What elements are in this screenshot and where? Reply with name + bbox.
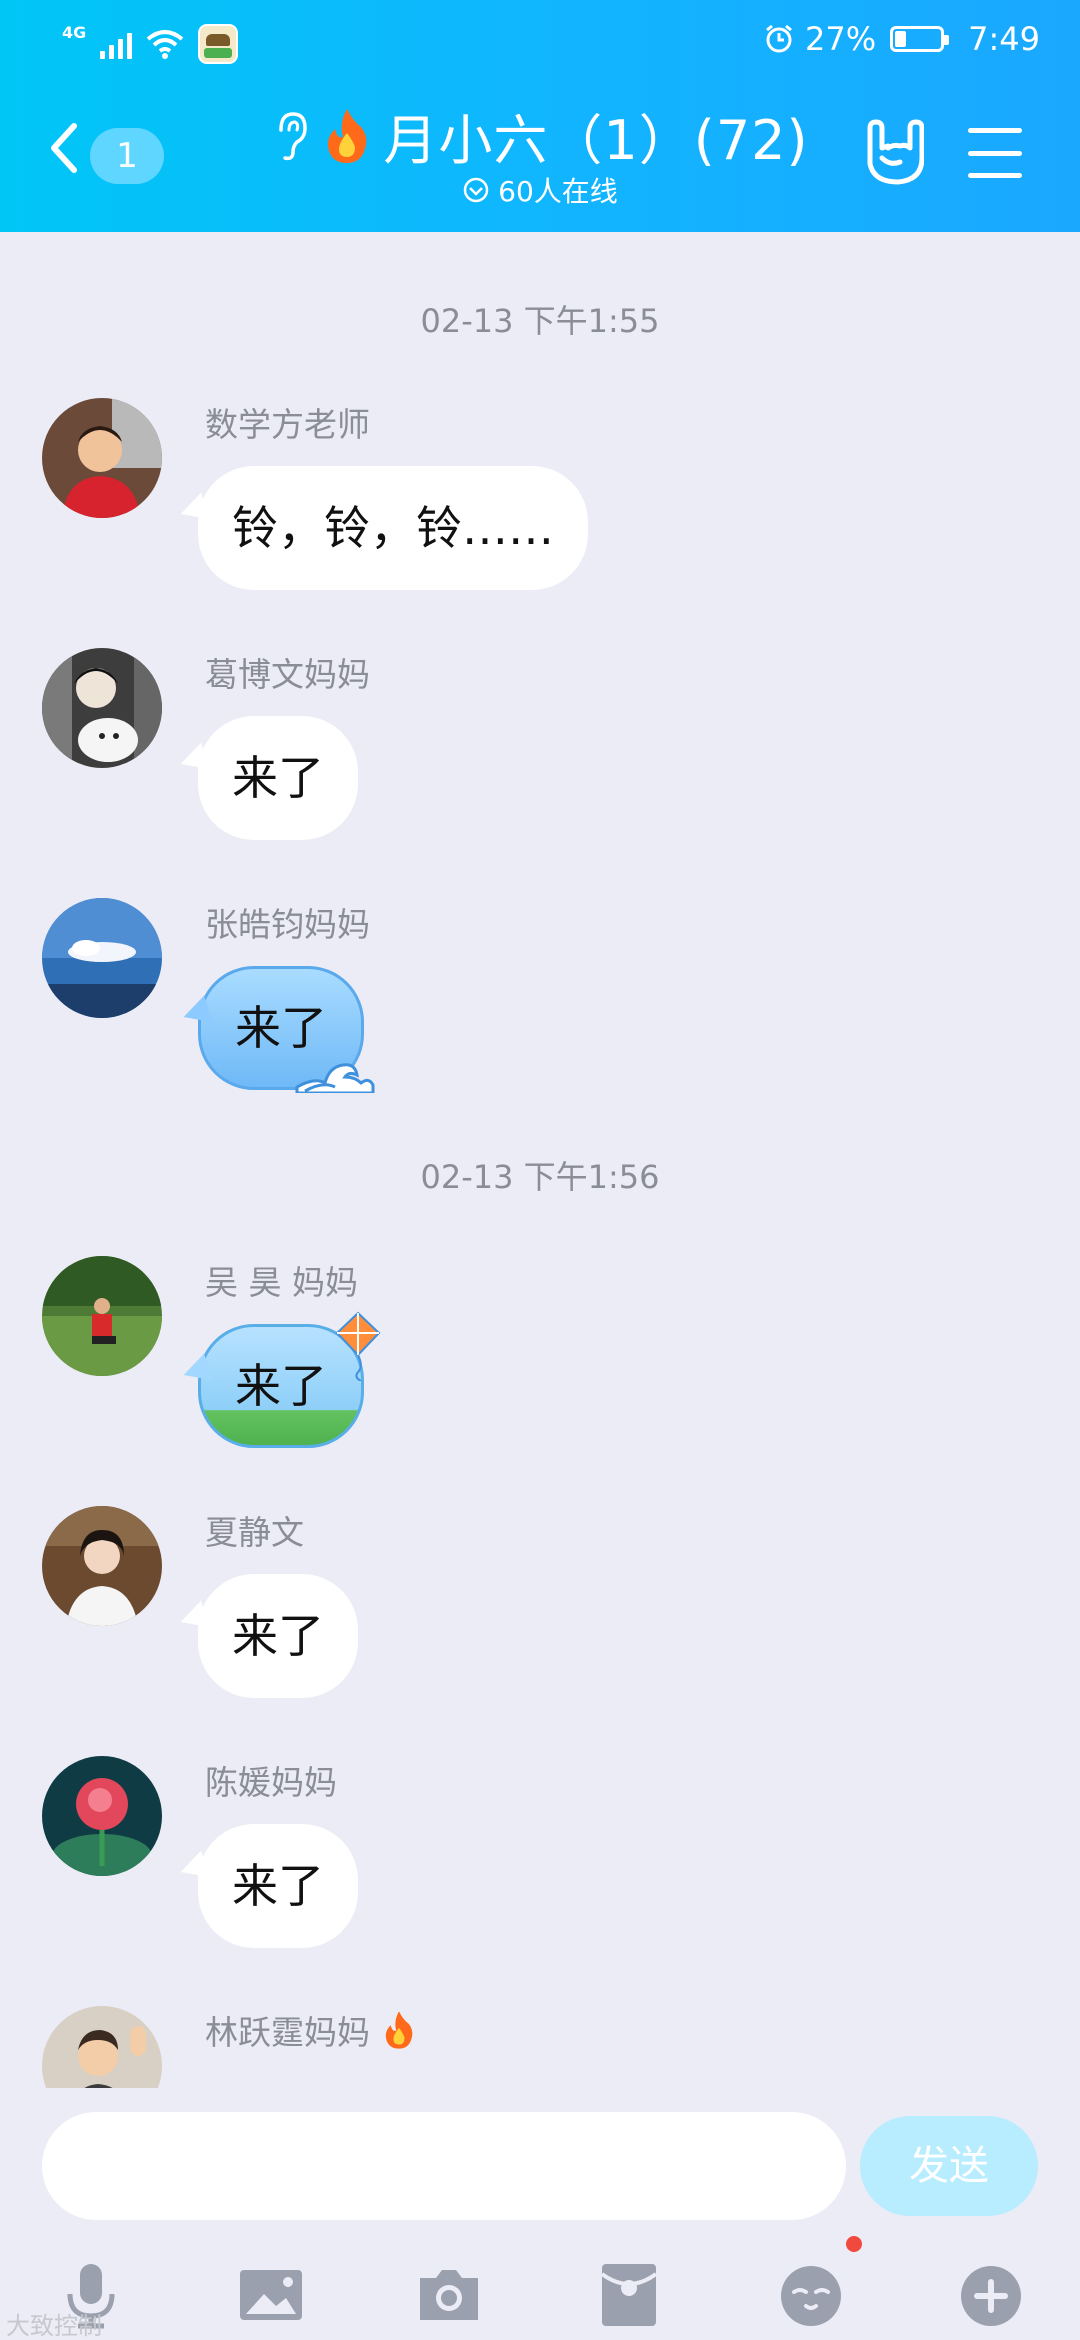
input-area: 发送	[0, 2088, 1080, 2340]
alarm-icon	[766, 24, 792, 53]
ear-icon[interactable]	[271, 108, 311, 164]
sender-name: 葛博文妈妈	[205, 655, 370, 694]
message-bubble[interactable]: 来了	[198, 1574, 358, 1698]
message-bubble[interactable]: 来了	[198, 716, 358, 840]
menu-icon[interactable]	[968, 128, 1022, 178]
message-item: 吴 昊 妈妈 来了	[42, 1256, 1042, 1476]
online-count: 60人在线	[498, 175, 618, 208]
message-bubble-wave[interactable]: 来了	[198, 966, 375, 1093]
message-text: 来了	[235, 1359, 327, 1413]
avatar[interactable]	[42, 648, 162, 768]
avatar[interactable]	[42, 1756, 162, 1876]
avatar[interactable]	[42, 2006, 162, 2088]
group-title: 月小六（1）(72)	[383, 109, 809, 172]
watermark: 大致控制	[6, 2312, 102, 2340]
message-bubble[interactable]: 铃，铃，铃……	[198, 466, 588, 590]
fire-icon	[328, 108, 367, 163]
wave-decoration-icon	[295, 1063, 375, 1093]
rock-hand-icon[interactable]	[860, 118, 924, 186]
signal-icon	[100, 29, 133, 59]
red-packet-icon[interactable]	[594, 2260, 664, 2330]
sender-name: 林跃霆妈妈	[205, 2006, 416, 2054]
notification-dot	[846, 2236, 862, 2252]
sender-name: 陈媛妈妈	[205, 1763, 337, 1802]
message-input[interactable]	[42, 2112, 846, 2220]
avatar[interactable]	[42, 398, 162, 518]
avatar[interactable]	[42, 1506, 162, 1626]
timestamp: 02-13 下午1:55	[420, 302, 660, 340]
sender-name: 吴 昊 妈妈	[205, 1263, 358, 1302]
sender-name: 夏静文	[205, 1513, 304, 1552]
fire-icon	[385, 2011, 413, 2049]
message-item: 葛博文妈妈 来了	[42, 648, 1042, 868]
status-bar: 4G 27% 7:49	[0, 18, 1080, 68]
plus-icon[interactable]	[956, 2260, 1026, 2330]
chevron-circle-icon	[463, 177, 489, 203]
avatar[interactable]	[42, 1256, 162, 1376]
wifi-icon	[146, 30, 184, 59]
message-item: 林跃霆妈妈	[42, 2006, 1042, 2088]
chat-area[interactable]: 02-13 下午1:55 数学方老师 铃，铃，铃…… 葛博文妈妈 来了 张皓钧妈…	[0, 232, 1080, 2088]
message-item: 夏静文 来了	[42, 1506, 1042, 1726]
kite-decoration-icon	[335, 1311, 381, 1381]
battery-icon	[890, 26, 950, 52]
message-bubble-kite[interactable]: 来了	[198, 1311, 381, 1448]
send-button[interactable]: 发送	[860, 2116, 1038, 2216]
message-bubble[interactable]: 来了	[198, 1824, 358, 1948]
camera-icon[interactable]	[414, 2260, 484, 2330]
message-item: 陈媛妈妈 来了	[42, 1756, 1042, 1976]
battery-percent: 27%	[805, 20, 877, 58]
input-toolbar	[0, 2238, 1080, 2338]
avatar[interactable]	[42, 898, 162, 1018]
sender-name: 张皓钧妈妈	[205, 905, 370, 944]
sender-name: 数学方老师	[205, 405, 370, 444]
emoji-icon[interactable]	[776, 2260, 846, 2330]
network-type: 4G	[62, 22, 87, 42]
message-item: 张皓钧妈妈 来了	[42, 898, 1042, 1118]
clock-time: 7:49	[968, 20, 1040, 58]
chat-header: 4G 27% 7:49 1 月小六（1）(72) 60人在线	[0, 0, 1080, 232]
image-icon[interactable]	[236, 2260, 306, 2330]
timestamp: 02-13 下午1:56	[420, 1158, 660, 1196]
message-item: 数学方老师 铃，铃，铃……	[42, 398, 1042, 618]
app-notification-icon	[198, 24, 239, 64]
